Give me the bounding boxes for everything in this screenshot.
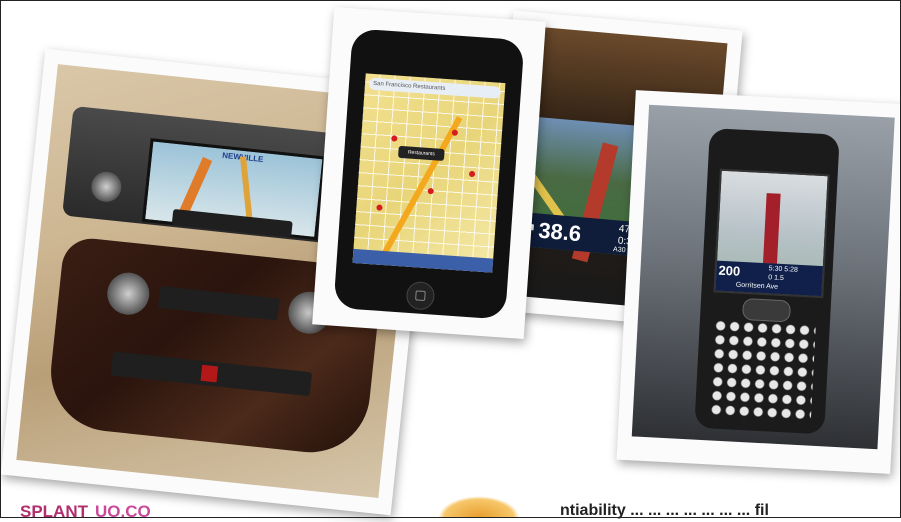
map-pin-icon xyxy=(468,170,476,178)
treo-distance: 200 xyxy=(718,262,741,279)
treo-street-name: Gorritsen Ave xyxy=(735,281,779,291)
map-search-field: San Francisco Restaurants xyxy=(368,77,502,99)
treo-info-bar: 200 5:30 5:28 0 1.5 Gorritsen Ave xyxy=(715,260,823,297)
map-pin-icon xyxy=(451,129,459,136)
iphone-map-screen: San Francisco Restaurants Restaurants xyxy=(352,73,506,273)
treo-time: 5:30 5:28 xyxy=(768,265,799,274)
treo-keyboard xyxy=(708,318,816,424)
footer-logo-left-suffix: UO.CO xyxy=(95,502,151,521)
home-button xyxy=(405,280,436,311)
map-tab-bar xyxy=(352,248,494,273)
volume-knob xyxy=(89,170,123,204)
route-line xyxy=(762,193,781,264)
map-pin-icon xyxy=(427,187,434,195)
footer-caption: ntiability ... ... ... ... ... ... ... f… xyxy=(560,502,769,519)
iphone-maps-photo: San Francisco Restaurants Restaurants xyxy=(312,6,546,340)
treo-navigation-screen: 200 5:30 5:28 0 1.5 Gorritsen Ave xyxy=(713,168,830,299)
gps-distance: 38.6 xyxy=(537,217,583,247)
iphone-device: San Francisco Restaurants Restaurants xyxy=(333,28,525,320)
map-callout: Restaurants xyxy=(397,145,445,162)
treo-device: 200 5:30 5:28 0 1.5 Gorritsen Ave xyxy=(694,128,840,435)
map-pin-icon xyxy=(391,135,398,142)
treo-phone-image: 200 5:30 5:28 0 1.5 Gorritsen Ave xyxy=(631,104,895,450)
climate-display xyxy=(157,285,280,321)
treo-small-distance: 0 1.5 xyxy=(768,274,784,283)
gps-road-name: A30 xyxy=(612,246,626,255)
treo-nav-pad xyxy=(741,297,792,323)
footer-logo-center xyxy=(438,496,520,518)
footer-logo-left: SPLANT xyxy=(20,502,88,521)
treo-phone-photo: 200 5:30 5:28 0 1.5 Gorritsen Ave xyxy=(616,90,901,474)
climate-knob-left xyxy=(105,270,152,317)
map-pin-icon xyxy=(376,204,383,211)
hazard-button xyxy=(200,364,219,383)
